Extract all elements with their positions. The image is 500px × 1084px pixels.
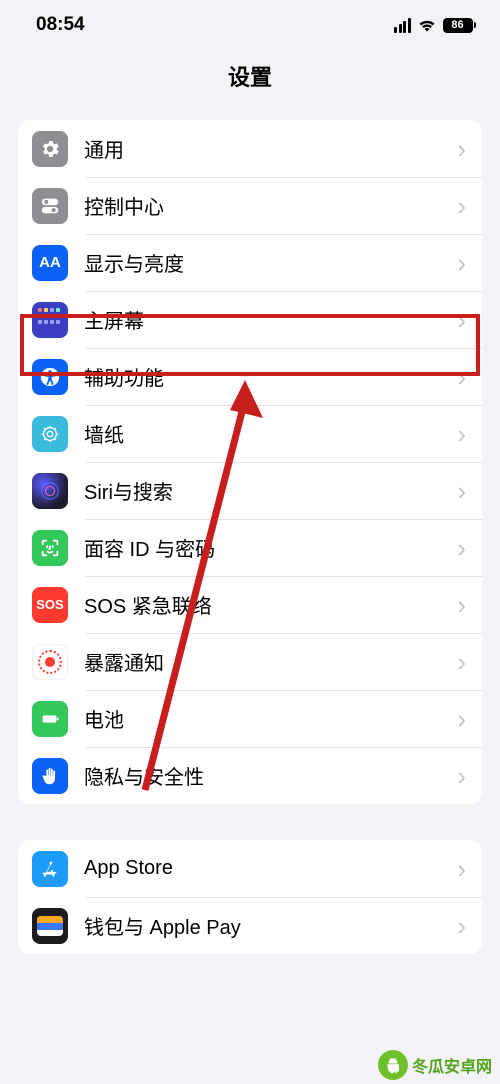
row-exposure-notifications[interactable]: 暴露通知 ›	[18, 633, 482, 690]
row-label: 面容 ID 与密码	[84, 533, 457, 562]
row-label: 钱包与 Apple Pay	[84, 911, 457, 940]
row-label: 通用	[84, 134, 457, 163]
row-label: 主屏幕	[84, 305, 457, 334]
face-id-icon	[32, 530, 68, 566]
row-label: 显示与亮度	[84, 248, 457, 277]
row-display-brightness[interactable]: AA 显示与亮度 ›	[18, 234, 482, 291]
row-siri-search[interactable]: Siri与搜索 ›	[18, 462, 482, 519]
status-right: 86	[394, 17, 476, 33]
row-label: 暴露通知	[84, 647, 457, 676]
row-label: 电池	[84, 704, 457, 733]
row-emergency-sos[interactable]: SOS SOS 紧急联络 ›	[18, 576, 482, 633]
battery-settings-icon	[32, 701, 68, 737]
row-wallpaper[interactable]: 墙纸 ›	[18, 405, 482, 462]
battery-icon: 86	[443, 18, 477, 33]
accessibility-icon	[32, 359, 68, 395]
row-label: 控制中心	[84, 191, 457, 220]
row-control-center[interactable]: 控制中心 ›	[18, 177, 482, 234]
status-bar: 08:54 86	[0, 0, 500, 50]
exposure-icon	[32, 644, 68, 680]
chevron-right-icon: ›	[457, 421, 466, 447]
chevron-right-icon: ›	[457, 592, 466, 618]
row-face-id-passcode[interactable]: 面容 ID 与密码 ›	[18, 519, 482, 576]
chevron-right-icon: ›	[457, 913, 466, 939]
row-label: 辅助功能	[84, 362, 457, 391]
chevron-right-icon: ›	[457, 193, 466, 219]
wallet-icon	[32, 908, 68, 944]
watermark-text: 冬瓜安卓网	[412, 1053, 492, 1077]
toggles-icon	[32, 188, 68, 224]
row-accessibility[interactable]: 辅助功能 ›	[18, 348, 482, 405]
chevron-right-icon: ›	[457, 307, 466, 333]
gear-icon	[32, 131, 68, 167]
row-label: 墙纸	[84, 419, 457, 448]
row-label: 隐私与安全性	[84, 761, 457, 790]
settings-group-2: App Store › 钱包与 Apple Pay ›	[18, 840, 482, 954]
text-size-icon: AA	[32, 245, 68, 281]
settings-group-1: 通用 › 控制中心 › AA 显示与亮度 › 主屏幕 › 辅助功能 › 墙纸 ›	[18, 120, 482, 804]
chevron-right-icon: ›	[457, 763, 466, 789]
android-icon	[378, 1050, 408, 1080]
app-store-icon	[32, 851, 68, 887]
cellular-icon	[394, 18, 411, 33]
wallpaper-icon	[32, 416, 68, 452]
siri-icon	[32, 473, 68, 509]
row-label: Siri与搜索	[84, 476, 457, 505]
watermark: 冬瓜安卓网	[370, 1046, 500, 1084]
home-screen-icon	[32, 302, 68, 338]
chevron-right-icon: ›	[457, 649, 466, 675]
chevron-right-icon: ›	[457, 364, 466, 390]
chevron-right-icon: ›	[457, 856, 466, 882]
chevron-right-icon: ›	[457, 250, 466, 276]
row-label: App Store	[84, 857, 457, 880]
wifi-icon	[417, 17, 437, 33]
row-privacy-security[interactable]: 隐私与安全性 ›	[18, 747, 482, 804]
row-app-store[interactable]: App Store ›	[18, 840, 482, 897]
hand-icon	[32, 758, 68, 794]
row-battery[interactable]: 电池 ›	[18, 690, 482, 747]
chevron-right-icon: ›	[457, 478, 466, 504]
chevron-right-icon: ›	[457, 136, 466, 162]
row-home-screen[interactable]: 主屏幕 ›	[18, 291, 482, 348]
page-title: 设置	[0, 60, 500, 92]
sos-icon: SOS	[32, 587, 68, 623]
row-wallet-apple-pay[interactable]: 钱包与 Apple Pay ›	[18, 897, 482, 954]
row-label: SOS 紧急联络	[84, 590, 457, 619]
status-time: 08:54	[36, 14, 85, 36]
row-general[interactable]: 通用 ›	[18, 120, 482, 177]
chevron-right-icon: ›	[457, 535, 466, 561]
chevron-right-icon: ›	[457, 706, 466, 732]
